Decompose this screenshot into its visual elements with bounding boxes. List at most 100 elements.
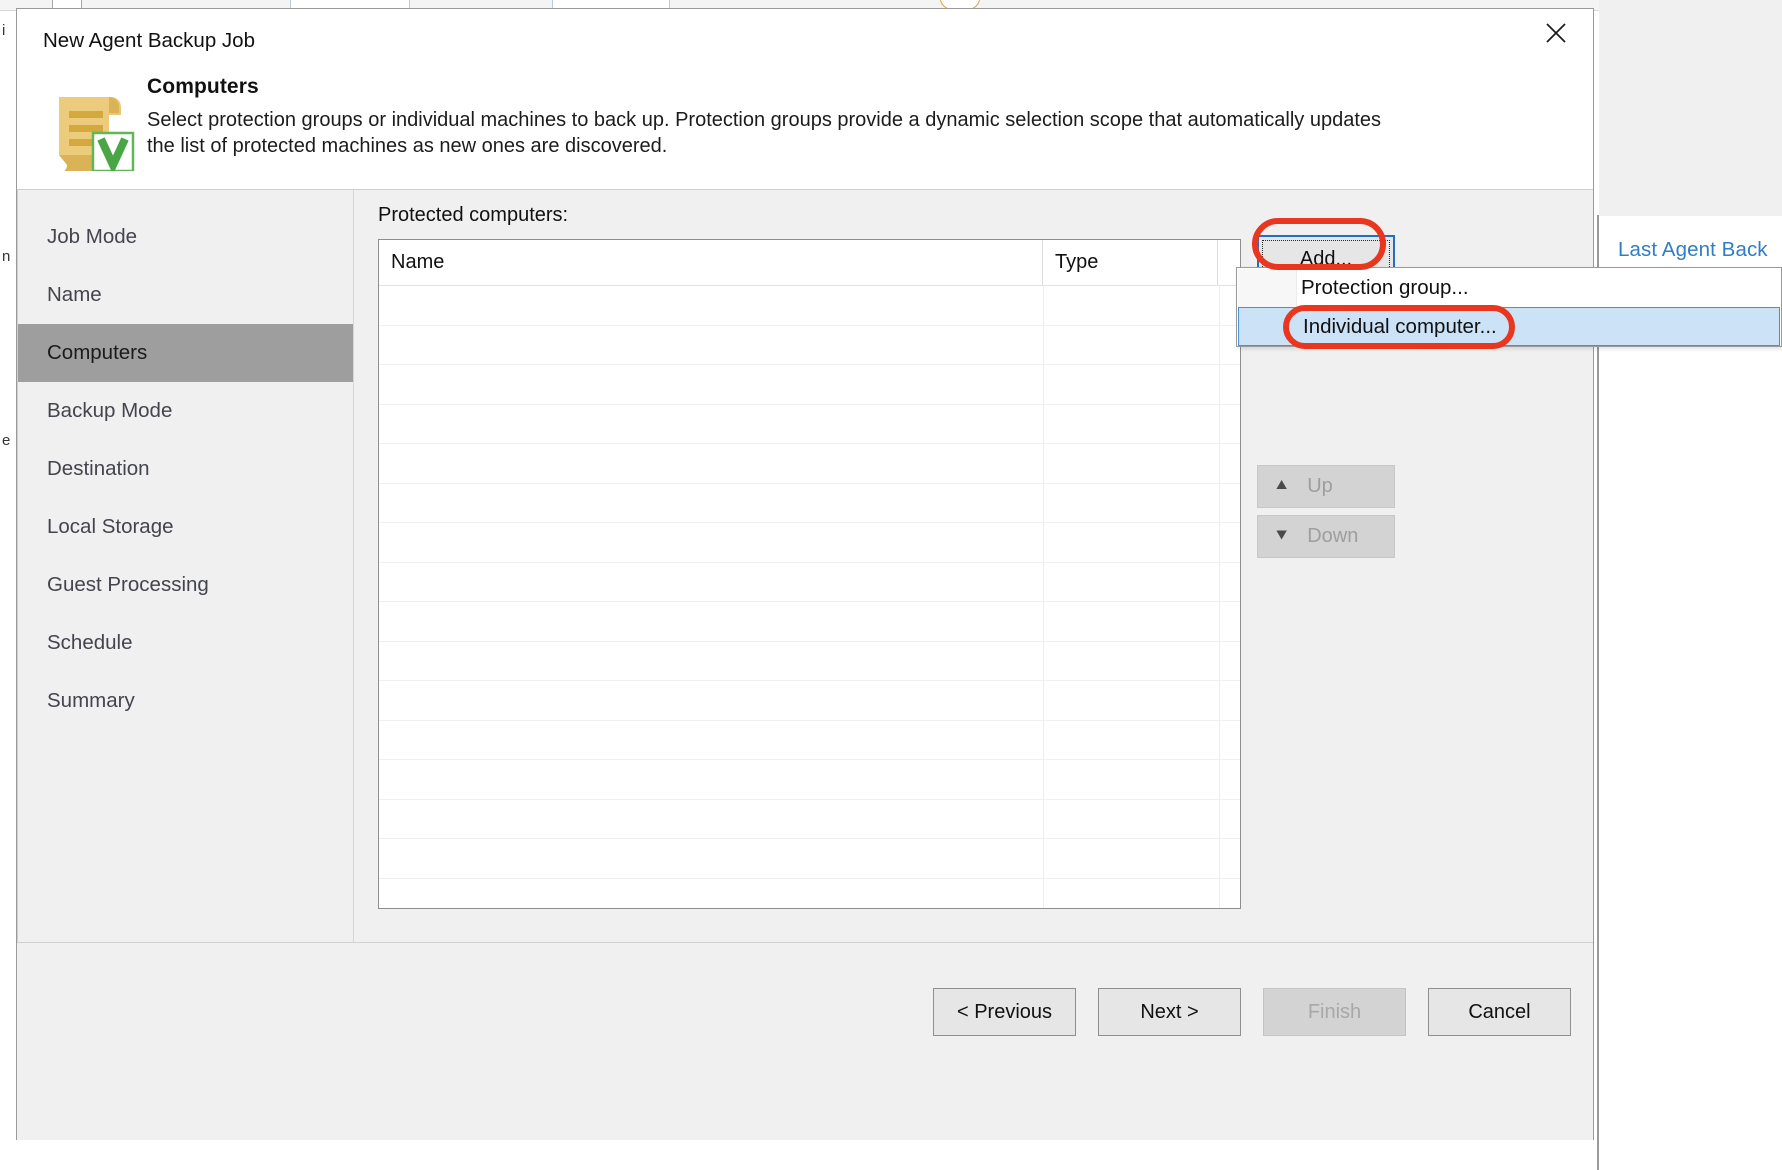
table-row[interactable] [379,878,1240,909]
sidebar-item-guest-processing[interactable]: Guest Processing [17,556,353,614]
cell-type [1044,799,1220,838]
sidebar-item-destination[interactable]: Destination [17,440,353,498]
cell-type [1044,444,1220,483]
cell-name [379,641,1044,680]
page-title: Computers [147,75,259,98]
menu-item-protection-group[interactable]: Protection group... [1237,268,1781,307]
cell-name [379,562,1044,601]
cell-filler [1220,800,1240,839]
dialog-header-text: Computers Select protection groups or in… [147,75,1563,160]
cell-name [379,483,1044,522]
arrow-up-icon: ⯅ [1274,476,1290,497]
cell-name [379,799,1044,838]
table-row[interactable] [379,760,1240,800]
cell-name [379,878,1044,908]
cell-filler [1220,642,1240,681]
cell-name [379,760,1044,799]
column-header-type[interactable]: Type [1043,240,1218,285]
cell-filler [1220,879,1240,909]
cell-filler [1220,484,1240,523]
move-up-button[interactable]: ⯅ Up [1257,465,1395,508]
table-row[interactable] [379,681,1240,721]
cell-type [1044,878,1220,908]
cell-type [1044,760,1220,799]
cell-filler [1220,760,1240,799]
previous-button[interactable]: < Previous [933,988,1076,1036]
table-header-row: Name Type [379,240,1240,286]
move-down-button[interactable]: ⯆ Down [1257,515,1395,558]
move-down-label: Down [1307,525,1359,547]
cell-name [379,444,1044,483]
table-body [379,286,1240,909]
footer-button-group: < Previous Next > Finish Cancel [933,988,1571,1036]
cell-filler [1220,681,1240,720]
finish-button: Finish [1263,988,1406,1036]
sidebar-item-local-storage[interactable]: Local Storage [17,498,353,556]
last-agent-backup-link[interactable]: Last Agent Back [1618,238,1768,262]
cell-type [1044,681,1220,720]
menu-item-individual-computer[interactable]: Individual computer... [1238,307,1780,346]
cell-filler [1220,839,1240,878]
sidebar-item-schedule[interactable]: Schedule [17,614,353,672]
column-header-name[interactable]: Name [379,240,1043,285]
table-row[interactable] [379,365,1240,405]
cell-name [379,325,1044,364]
cell-type [1044,365,1220,404]
cell-name [379,404,1044,443]
table-row[interactable] [379,483,1240,523]
table-row[interactable] [379,839,1240,879]
cell-type [1044,641,1220,680]
cell-type [1044,325,1220,364]
cell-type [1044,839,1220,878]
dialog-title: New Agent Backup Job [43,29,255,52]
cell-type [1044,602,1220,641]
cell-name [379,681,1044,720]
sidebar-item-job-mode[interactable]: Job Mode [17,208,353,266]
background-right-content-panel [1599,216,1782,1170]
scroll-document-veeam-icon [47,79,139,175]
cell-name [379,839,1044,878]
table-row[interactable] [379,602,1240,642]
cancel-button[interactable]: Cancel [1428,988,1571,1036]
reorder-buttons: ⯅ Up ⯆ Down [1257,465,1395,565]
next-button[interactable]: Next > [1098,988,1241,1036]
dialog-titlebar: New Agent Backup Job [17,9,1593,61]
sidebar-item-summary[interactable]: Summary [17,672,353,730]
table-row[interactable] [379,799,1240,839]
cell-filler [1220,602,1240,641]
protected-computers-table[interactable]: Name Type [378,239,1241,909]
background-left-glyph: i [2,22,6,39]
cell-filler [1220,721,1240,760]
table-row[interactable] [379,523,1240,563]
table-row[interactable] [379,562,1240,602]
cell-name [379,523,1044,562]
table-row[interactable] [379,325,1240,365]
sidebar-item-name[interactable]: Name [17,266,353,324]
cell-filler [1220,365,1240,404]
cell-name [379,602,1044,641]
table-row[interactable] [379,404,1240,444]
cell-name [379,286,1044,325]
background-left-glyph: e [2,432,11,449]
background-left-glyph: n [2,248,11,265]
table-row[interactable] [379,444,1240,484]
cell-name [379,720,1044,759]
new-agent-backup-job-dialog: New Agent Backup Job Computers Select pr… [16,8,1594,1140]
screen-root: i n e Last Agent Back New Agent Backup J… [0,0,1782,1170]
sidebar-item-computers[interactable]: Computers [17,324,353,382]
close-icon[interactable] [1525,9,1587,57]
sidebar-item-backup-mode[interactable]: Backup Mode [17,382,353,440]
background-right-header-panel [1599,0,1782,216]
cell-filler [1220,405,1240,444]
table-row[interactable] [379,641,1240,681]
move-up-label: Up [1307,475,1333,497]
table-row[interactable] [379,286,1240,326]
protected-computers-label: Protected computers: [378,204,569,226]
wizard-step-sidebar: Job Mode Name Computers Backup Mode Dest… [17,190,354,942]
cell-type [1044,286,1220,325]
cell-type [1044,483,1220,522]
background-vertical-divider [1597,215,1599,1170]
cell-name [379,365,1044,404]
table-row[interactable] [379,720,1240,760]
cell-type [1044,523,1220,562]
